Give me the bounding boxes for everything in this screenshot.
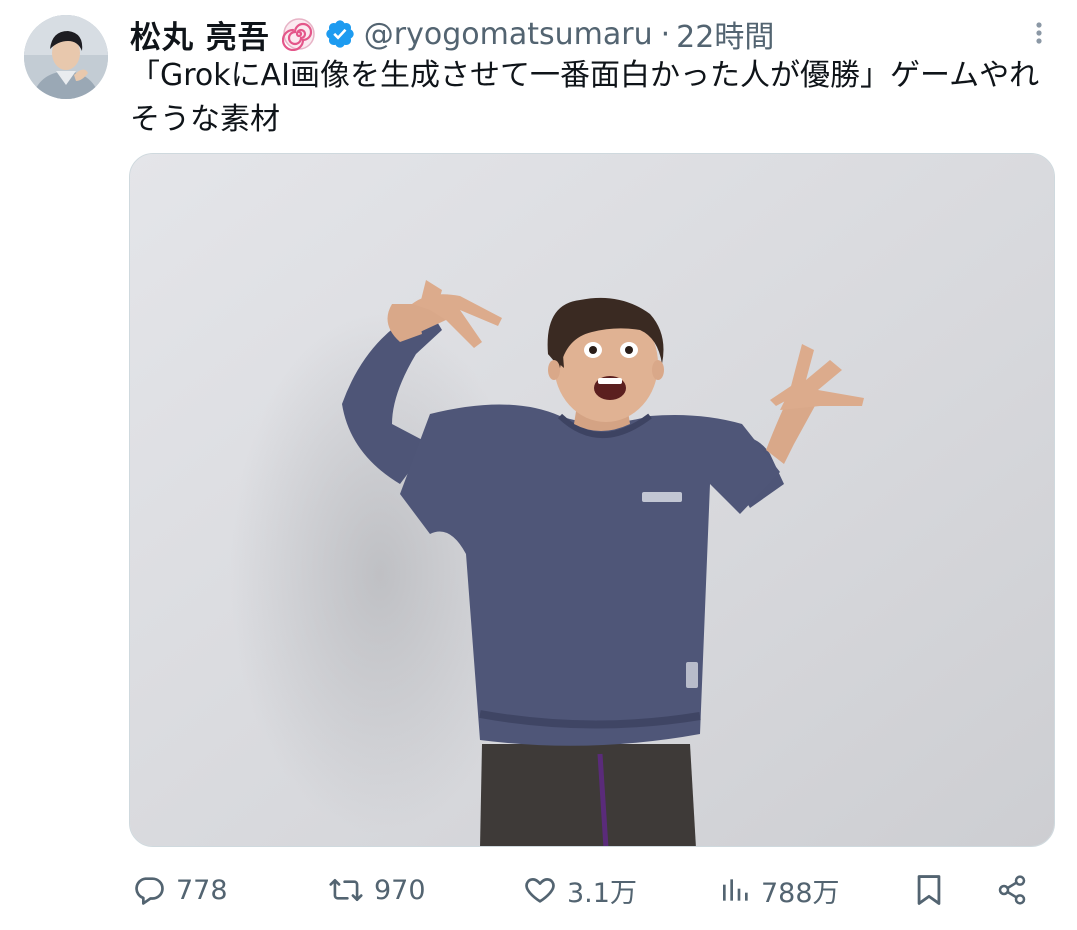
bookmark-icon (913, 873, 945, 907)
share-icon (996, 874, 1028, 906)
more-options-icon[interactable] (1024, 18, 1054, 48)
avatar[interactable] (24, 15, 108, 99)
heart-icon (523, 873, 557, 907)
analytics-icon (719, 874, 751, 906)
view-count: 788万 (761, 877, 840, 909)
user-handle[interactable]: @ryogomatsumaru (364, 17, 653, 52)
share-button[interactable] (996, 862, 1028, 918)
retweet-icon (328, 873, 364, 907)
tweet-header: 松丸 亮吾 @ryogomatsumaru · 22時間 (130, 12, 774, 56)
display-name[interactable]: 松丸 亮吾 (130, 12, 270, 57)
views-button[interactable]: 788万 (719, 862, 840, 918)
tweet-card: 松丸 亮吾 @ryogomatsumaru · 22時間 「GrokにAI画像を… (0, 0, 1077, 930)
like-button[interactable]: 3.1万 (523, 862, 637, 918)
retweet-button[interactable]: 970 (328, 862, 426, 918)
reply-count: 778 (176, 874, 228, 906)
reply-icon (132, 873, 166, 907)
like-count: 3.1万 (567, 877, 637, 909)
naruto-swirl-icon (281, 17, 316, 52)
reply-button[interactable]: 778 (132, 862, 228, 918)
tweet-photo[interactable] (129, 153, 1055, 847)
separator-dot: · (660, 16, 671, 52)
tweet-actions: 778 970 3.1万 788万 (0, 862, 1077, 918)
bookmark-button[interactable] (913, 862, 945, 918)
verified-badge-icon[interactable] (324, 18, 356, 50)
photo-person-icon (130, 154, 1054, 846)
tweet-text: 「GrokにAI画像を生成させて一番面白かった人が優勝」ゲームやれそうな素材 (130, 58, 1040, 137)
retweet-count: 970 (374, 874, 426, 906)
timestamp[interactable]: 22時間 (676, 12, 774, 56)
